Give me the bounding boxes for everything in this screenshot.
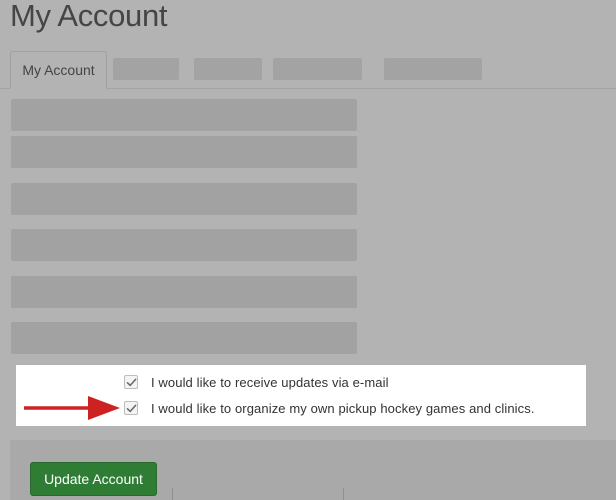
tab-4[interactable]	[273, 58, 362, 80]
tab-2[interactable]	[113, 58, 179, 80]
email-updates-option[interactable]: I would like to receive updates via e-ma…	[124, 372, 389, 392]
footer-divider	[172, 488, 173, 500]
organize-games-option[interactable]: I would like to organize my own pickup h…	[124, 398, 535, 418]
footer-divider	[343, 488, 344, 500]
account-field-1[interactable]	[11, 99, 357, 131]
account-field-2[interactable]	[11, 136, 357, 168]
email-updates-checkbox[interactable]	[124, 375, 138, 389]
page-title: My Account	[10, 0, 168, 33]
tab-3[interactable]	[194, 58, 262, 80]
organize-games-checkbox[interactable]	[124, 401, 138, 415]
tab-my-account[interactable]: My Account	[10, 51, 107, 89]
account-field-5[interactable]	[11, 276, 357, 308]
account-field-3[interactable]	[11, 183, 357, 215]
checkmark-icon	[126, 404, 137, 413]
email-updates-label: I would like to receive updates via e-ma…	[151, 374, 389, 390]
tab-5[interactable]	[384, 58, 482, 80]
account-field-6[interactable]	[11, 322, 357, 354]
update-account-button[interactable]: Update Account	[30, 462, 157, 496]
organize-games-label: I would like to organize my own pickup h…	[151, 400, 535, 416]
checkmark-icon	[126, 378, 137, 387]
arrow-right-icon	[24, 396, 120, 420]
account-field-4[interactable]	[11, 229, 357, 261]
